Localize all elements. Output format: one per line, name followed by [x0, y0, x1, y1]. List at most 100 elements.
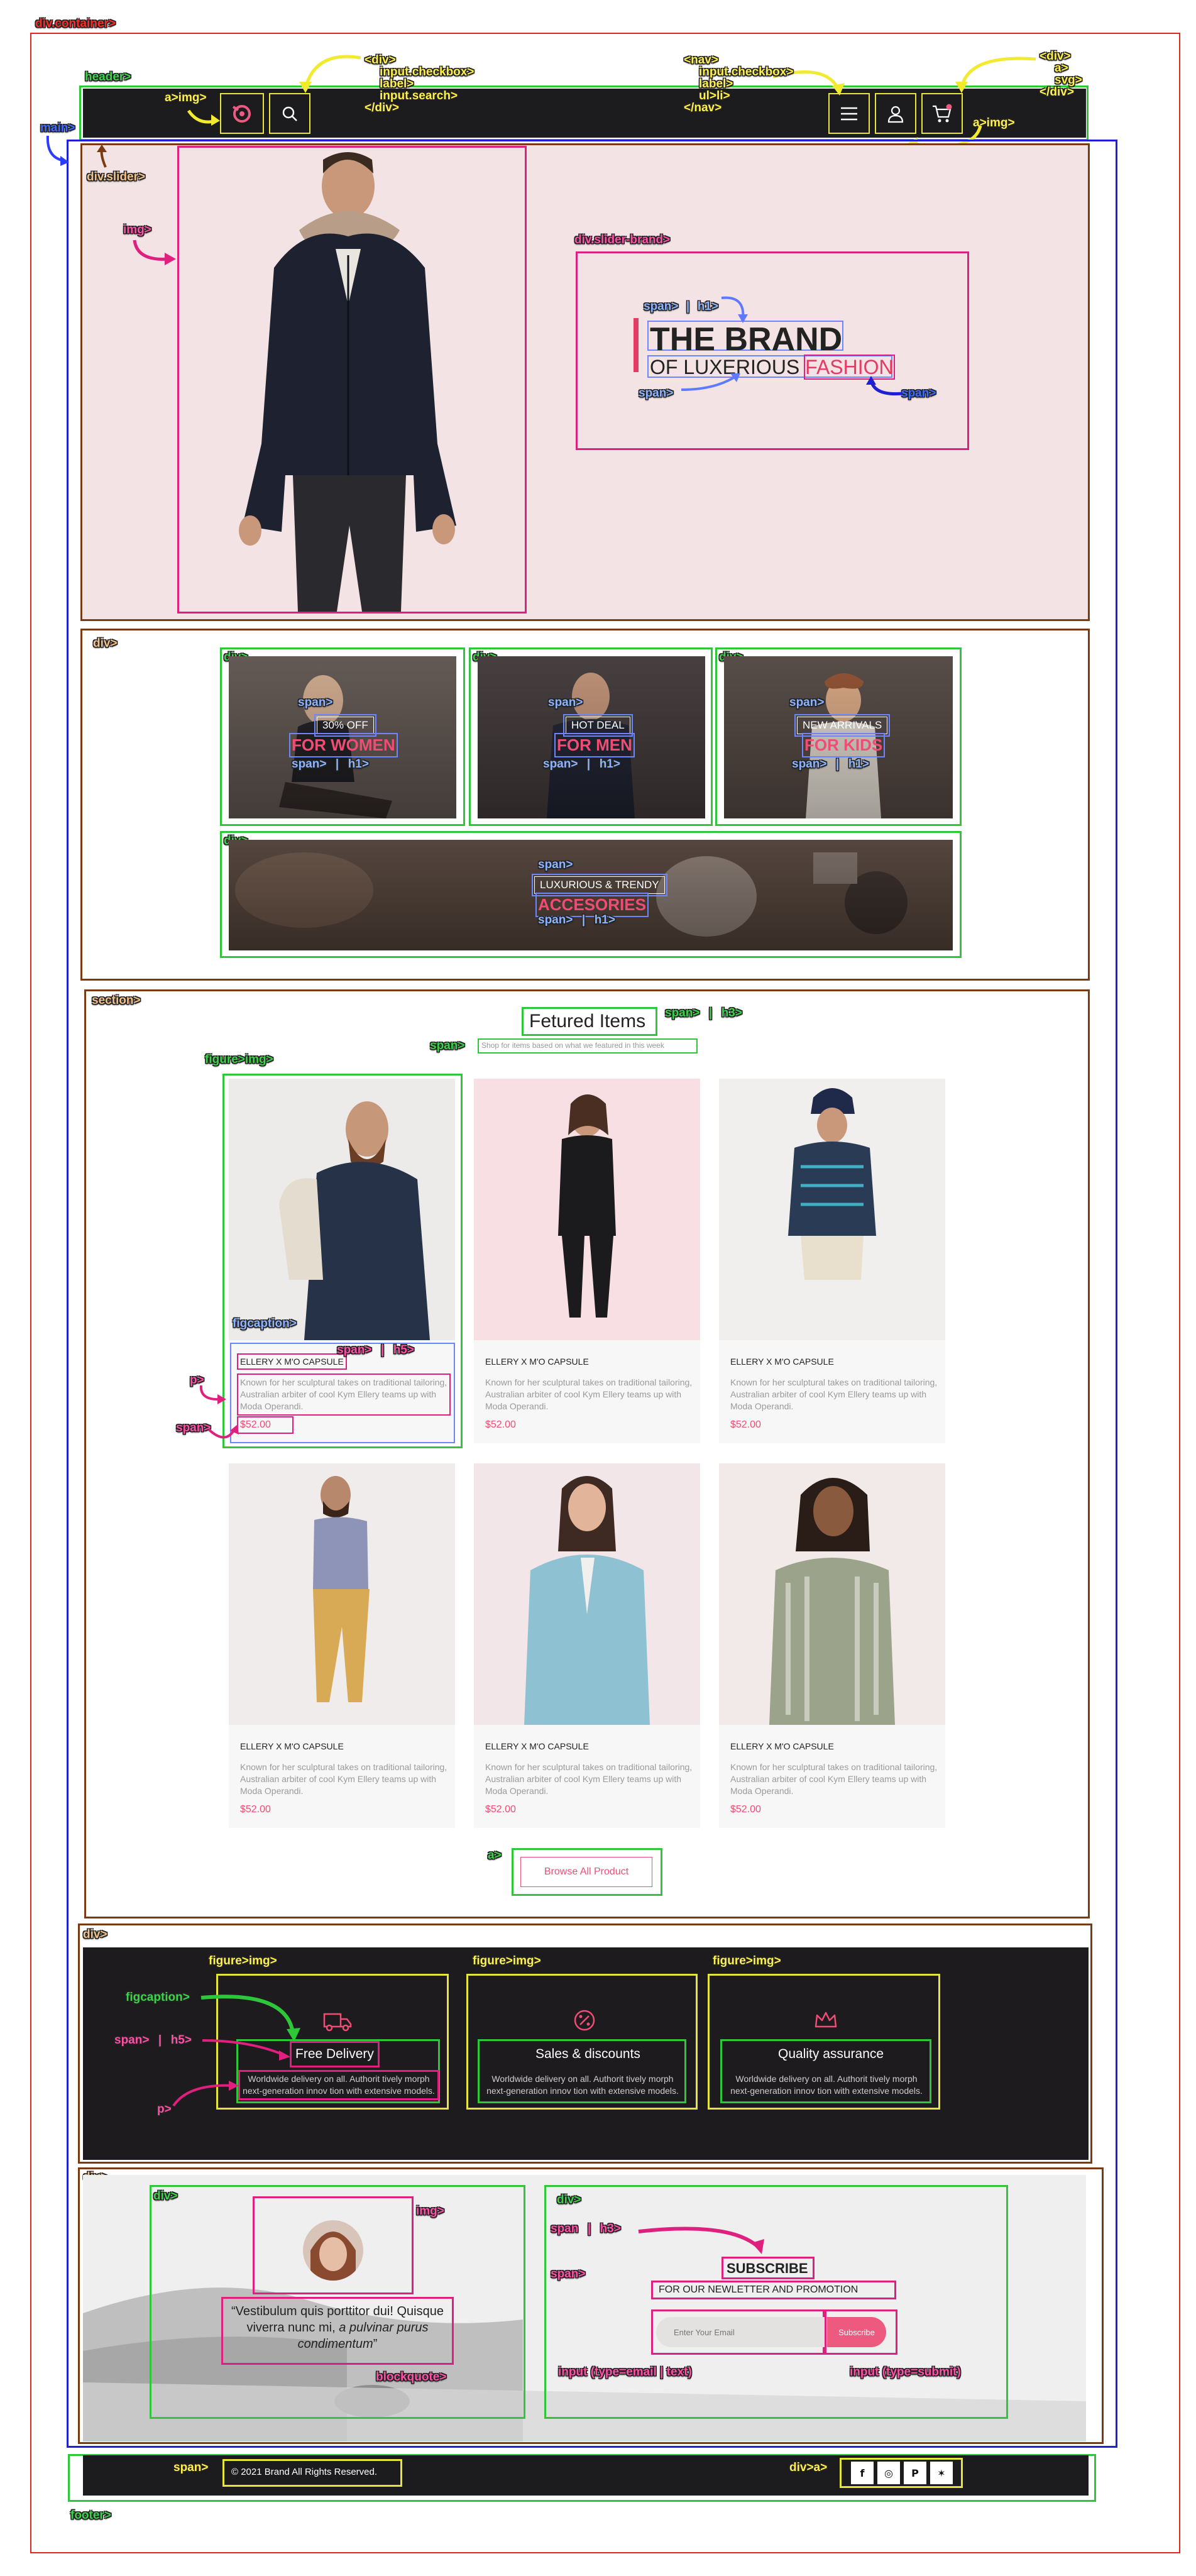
div-tag-testimonial: div> [153, 2189, 178, 2203]
tag-line: <div> [365, 53, 396, 67]
tag-line: label> [699, 77, 733, 91]
tag-line: </div> [365, 101, 399, 114]
h1-tag: h1> [848, 757, 869, 771]
product-image-1 [229, 1079, 455, 1340]
span-h3-tag-subscribe: span | h3> [551, 2223, 621, 2235]
twitter-icon[interactable]: ✶ [930, 2462, 953, 2484]
span-h1-tag-women: span> | h1> [292, 758, 369, 771]
figure-img-tag-f1: figure>img> [209, 1954, 277, 1968]
span-tag: span [551, 2222, 579, 2235]
product-title-3: ELLERY X M'O CAPSULE [730, 1357, 834, 1367]
instagram-icon[interactable]: ◎ [877, 2462, 900, 2484]
product-desc-5: Known for her sculptural takes on tradit… [485, 1762, 693, 1796]
bar-tag: | [708, 1006, 713, 1020]
tag-line: <nav> [684, 53, 718, 67]
arrow-to-search [299, 55, 361, 93]
testimonial-quote: “Vestibulum quis porttitor dui! Quisque … [228, 2303, 447, 2352]
product-image-5 [474, 1463, 700, 1725]
div-svg-tags: <div> a> svg> </div> [1040, 50, 1082, 99]
product-card-1[interactable]: ELLERY X M'O CAPSULE Known for her sculp… [229, 1079, 455, 1443]
container-tag: div.container> [35, 17, 116, 30]
product-title-6: ELLERY X M'O CAPSULE [730, 1741, 834, 1751]
percent-icon [574, 2010, 595, 2031]
product-card-6[interactable]: ELLERY X M'O CAPSULE Known for her sculp… [719, 1463, 945, 1828]
span-tag-kids-top: span> [789, 696, 825, 709]
h1-tag: h1> [594, 913, 615, 927]
arrow-to-brand-title [721, 296, 748, 323]
product-image-2 [474, 1079, 700, 1340]
facebook-icon[interactable]: f [851, 2462, 874, 2484]
feature-title-2: Sales & discounts [535, 2047, 640, 2061]
a-img-tag-left: a>img> [165, 91, 207, 104]
arrow-to-brand-sub [681, 373, 740, 391]
img-tag-slider: img> [123, 223, 151, 236]
men-big-label: FOR MEN [554, 733, 635, 757]
arrow-to-user [955, 57, 1036, 93]
a-tag: a> [488, 1849, 502, 1862]
product-card-2[interactable]: ELLERY X M'O CAPSULE Known for her sculp… [474, 1079, 700, 1443]
accessories-big-label: ACCESORIES [535, 893, 649, 917]
div-tag-subscribe: div> [557, 2193, 581, 2206]
input-submit-tag: input (type=submit) [850, 2365, 961, 2379]
men-small-label: HOT DEAL [563, 714, 633, 737]
product-desc-2: Known for her sculptural takes on tradit… [485, 1377, 693, 1411]
span-tag: span> [292, 757, 327, 771]
kids-big-label: FOR KIDS [801, 733, 886, 757]
product-price-6: $52.00 [730, 1804, 761, 1815]
bar-tag: | [335, 757, 339, 771]
pinterest-icon[interactable]: P [904, 2462, 926, 2484]
logo-link[interactable] [220, 93, 264, 134]
tag-line: a> [1055, 62, 1068, 75]
span-tag-price: span> [176, 1421, 211, 1434]
arrow-to-desc [199, 1385, 226, 1404]
bar-tag: | [587, 2222, 591, 2235]
span-h5-tag: span> | h5> [337, 1344, 414, 1357]
section-tag: section> [92, 994, 141, 1007]
span-tag-fashion: span> [901, 387, 936, 400]
avatar [303, 2220, 363, 2281]
bar-tag: | [158, 2034, 162, 2047]
subscribe-button[interactable]: Subscribe [827, 2317, 886, 2347]
slider-brand-tag: div.slider-brand> [574, 233, 671, 246]
input-email-tag: input (type=email | text) [558, 2365, 692, 2379]
main-tag: main> [40, 121, 75, 135]
feature-desc-3: Worldwide delivery on all. Authorit tive… [730, 2074, 923, 2096]
search-toggle[interactable] [269, 93, 310, 134]
menu-toggle[interactable] [828, 93, 870, 134]
div-search-tags: <div> input.checkbox> label> input.searc… [365, 53, 474, 114]
product-card-4[interactable]: ELLERY X M'O CAPSULE Known for her sculp… [229, 1463, 455, 1828]
product-price-4: $52.00 [240, 1804, 271, 1815]
bar-tag: | [586, 757, 591, 771]
product-image-6 [719, 1463, 945, 1725]
feature-desc-1: Worldwide delivery on all. Authorit tive… [238, 2070, 439, 2100]
figcaption-tag: figcaption> [233, 1317, 297, 1330]
copyright-text: © 2021 Brand All Rights Reserved. [231, 2467, 378, 2477]
span-tag: span> [538, 913, 573, 927]
product-title-2: ELLERY X M'O CAPSULE [485, 1357, 589, 1367]
hamburger-icon [841, 107, 857, 120]
feature-desc-2: Worldwide delivery on all. Authorit tive… [486, 2074, 679, 2096]
tag-line: svg> [1055, 74, 1082, 87]
slider-span-h1-tags: span> | h1> [644, 300, 718, 313]
product-price-3: $52.00 [730, 1419, 761, 1430]
feature-title-3: Quality assurance [778, 2047, 884, 2061]
email-input[interactable] [656, 2317, 827, 2347]
h1-tag: h1> [348, 757, 369, 771]
tag-line: </div> [1040, 85, 1074, 99]
arrow-to-subscribe-title [638, 2226, 764, 2254]
arrow-to-feature-desc [172, 2081, 239, 2107]
span-tag: span> [114, 2034, 150, 2047]
product-card-5[interactable]: ELLERY X M'O CAPSULE Known for her sculp… [474, 1463, 700, 1828]
tag-line: label> [380, 77, 414, 91]
header-tag: header> [85, 70, 131, 84]
women-small-label: 30% OFF [314, 714, 376, 737]
bar-tag: | [581, 913, 586, 927]
h1-tag: h1> [697, 300, 718, 313]
product-desc-6: Known for her sculptural takes on tradit… [730, 1762, 938, 1796]
product-card-3[interactable]: ELLERY X M'O CAPSULE Known for her sculp… [719, 1079, 945, 1443]
figcaption-tag-f1: figcaption> [126, 1991, 190, 2004]
span-h1-tag-kids: span> | h1> [792, 758, 869, 771]
browse-all-button[interactable]: Browse All Product [520, 1857, 652, 1887]
quote-end: ” [373, 2337, 378, 2351]
product-desc-4: Known for her sculptural takes on tradit… [240, 1762, 447, 1796]
